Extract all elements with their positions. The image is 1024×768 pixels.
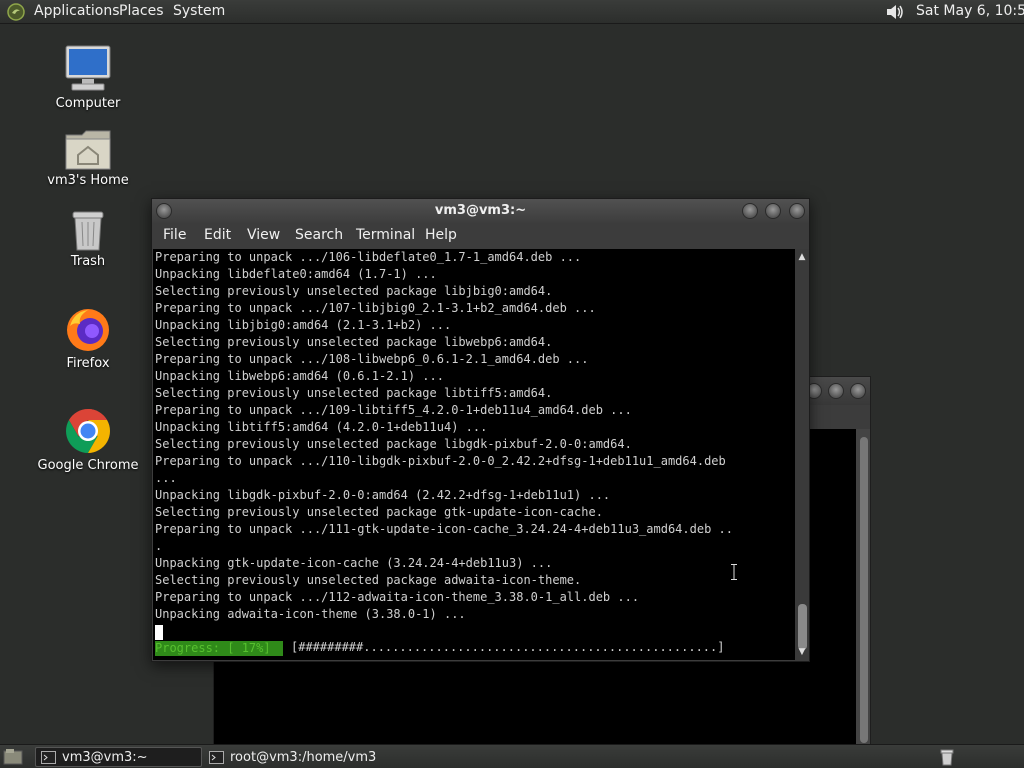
desktop-icon-computer[interactable]: Computer xyxy=(28,44,148,111)
places-menu[interactable]: Places xyxy=(119,3,164,19)
progress-label: Progress: [ 17%] xyxy=(155,641,283,656)
close-icon[interactable] xyxy=(789,203,805,219)
taskbar-item-terminal[interactable]: vm3@vm3:~ xyxy=(35,747,202,767)
desktop-icon-home[interactable]: vm3's Home xyxy=(28,127,148,188)
terminal-line: Preparing to unpack .../107-libjbig0_2.1… xyxy=(155,301,596,315)
terminal-line: Unpacking gtk-update-icon-cache (3.24.24… xyxy=(155,556,553,570)
scroll-thumb[interactable] xyxy=(798,604,807,650)
terminal-line: Selecting previously unselected package … xyxy=(155,335,553,349)
trash-applet-icon[interactable] xyxy=(938,748,956,766)
trash-icon xyxy=(72,211,104,251)
computer-label: Computer xyxy=(55,96,121,111)
terminal-line: Preparing to unpack .../110-libgdk-pixbu… xyxy=(155,454,726,468)
scroll-up-icon[interactable]: ▲ xyxy=(795,251,809,263)
terminal-output[interactable]: Preparing to unpack .../106-libdeflate0_… xyxy=(153,249,795,660)
terminal-line: Unpacking libtiff5:amd64 (4.2.0-1+deb11u… xyxy=(155,420,488,434)
terminal-line: Unpacking libdeflate0:amd64 (1.7-1) ... xyxy=(155,267,437,281)
terminal-line: . xyxy=(155,539,163,553)
computer-icon xyxy=(65,45,111,91)
firefox-label: Firefox xyxy=(66,356,110,371)
maximize-icon[interactable] xyxy=(765,203,781,219)
chrome-icon xyxy=(66,409,110,453)
terminal-line: Preparing to unpack .../109-libtiff5_4.2… xyxy=(155,403,632,417)
taskbar-item-label: root@vm3:/home/vm3 xyxy=(230,750,377,765)
close-icon[interactable] xyxy=(850,383,866,399)
terminal-line: Selecting previously unselected package … xyxy=(155,386,553,400)
menu-view[interactable]: View xyxy=(247,227,280,243)
menu-search[interactable]: Search xyxy=(295,227,343,243)
terminal-titlebar[interactable]: vm3@vm3:~ xyxy=(152,199,809,223)
terminal-line: Selecting previously unselected package … xyxy=(155,284,553,298)
taskbar-item-label: vm3@vm3:~ xyxy=(62,750,148,765)
terminal-line: Unpacking libgdk-pixbuf-2.0-0:amd64 (2.4… xyxy=(155,488,611,502)
terminal-line: Unpacking adwaita-icon-theme (3.38.0-1) … xyxy=(155,607,466,621)
window-title: vm3@vm3:~ xyxy=(434,203,527,218)
desktop-icon-chrome[interactable]: Google Chrome xyxy=(28,406,148,473)
distro-logo-icon[interactable] xyxy=(6,2,26,22)
terminal-line: Preparing to unpack .../111-gtk-update-i… xyxy=(155,522,733,536)
terminal-window[interactable]: vm3@vm3:~ File Edit View Search Terminal… xyxy=(151,198,810,662)
terminal-line: Selecting previously unselected package … xyxy=(155,505,603,519)
volume-icon[interactable] xyxy=(884,1,906,23)
menu-help[interactable]: Help xyxy=(425,227,457,243)
system-menu[interactable]: System xyxy=(173,3,225,19)
desktop-icon-firefox[interactable]: Firefox xyxy=(28,306,148,371)
terminal-line: Preparing to unpack .../106-libdeflate0_… xyxy=(155,250,582,264)
terminal-line: Unpacking libjbig0:amd64 (2.1-3.1+b2) ..… xyxy=(155,318,452,332)
progress-bar: [#########..............................… xyxy=(291,640,725,654)
applications-menu[interactable]: Applications xyxy=(34,3,120,19)
top-panel: Applications Places System Sat May 6, 10… xyxy=(0,0,1024,24)
menu-terminal[interactable]: Terminal xyxy=(356,227,415,243)
terminal-line: Preparing to unpack .../112-adwaita-icon… xyxy=(155,590,640,604)
taskbar-item-root-terminal[interactable]: root@vm3:/home/vm3 xyxy=(203,747,403,767)
terminal-icon xyxy=(41,751,56,764)
ibeam-cursor-icon xyxy=(731,564,737,580)
desktop-icon-trash[interactable]: Trash xyxy=(28,208,148,269)
terminal-line: Selecting previously unselected package … xyxy=(155,437,632,451)
home-label: vm3's Home xyxy=(47,173,129,188)
chrome-label: Google Chrome xyxy=(37,458,139,473)
trash-label: Trash xyxy=(70,254,106,269)
background-scroll-thumb[interactable] xyxy=(860,437,868,743)
terminal-scrollbar[interactable]: ▲ ▼ xyxy=(795,249,809,660)
bottom-panel: vm3@vm3:~ root@vm3:/home/vm3 xyxy=(0,744,1024,768)
terminal-line: ... xyxy=(155,471,177,485)
terminal-line: Selecting previously unselected package … xyxy=(155,573,582,587)
scroll-down-icon[interactable]: ▼ xyxy=(795,646,809,658)
maximize-icon[interactable] xyxy=(828,383,844,399)
show-desktop-icon[interactable] xyxy=(3,748,23,766)
clock[interactable]: Sat May 6, 10:57 xyxy=(916,3,1024,19)
menu-file[interactable]: File xyxy=(163,227,186,243)
text-cursor xyxy=(155,625,163,640)
menu-edit[interactable]: Edit xyxy=(204,227,231,243)
firefox-icon xyxy=(67,309,109,351)
terminal-line: Unpacking libwebp6:amd64 (0.6.1-2.1) ... xyxy=(155,369,444,383)
home-folder-icon xyxy=(65,130,111,170)
terminal-icon xyxy=(209,751,224,764)
terminal-line: Preparing to unpack .../108-libwebp6_0.6… xyxy=(155,352,589,366)
terminal-menubar: File Edit View Search Terminal Help xyxy=(152,223,809,249)
minimize-icon[interactable] xyxy=(742,203,758,219)
